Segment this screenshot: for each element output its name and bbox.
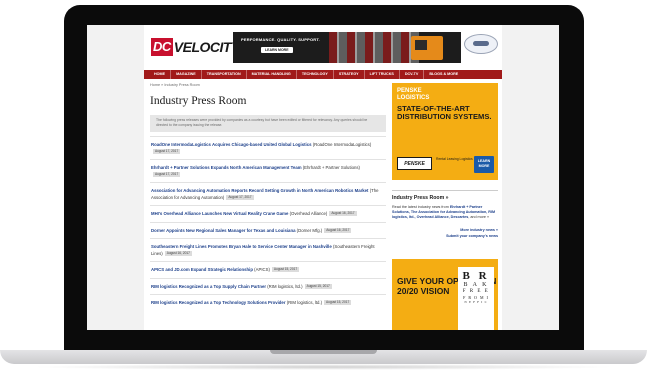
eye-chart-row: B A K xyxy=(463,282,489,288)
press-text-suffix[interactable]: , and more » xyxy=(468,215,489,219)
site-logo[interactable]: DC VELOCITY xyxy=(151,37,240,57)
news-item: Southeastern Freight Lines Promotes Brya… xyxy=(150,238,386,261)
news-date: August 15, 2017 xyxy=(304,283,332,289)
news-list: RoadOne IntermodaLogistics Acquires Chic… xyxy=(150,136,386,311)
news-date: August 17, 2017 xyxy=(153,171,181,177)
nav-technology[interactable]: TECHNOLOGY xyxy=(297,70,334,79)
eye-chart-row: B R xyxy=(462,270,490,282)
news-item: RoadOne IntermodaLogistics Acquires Chic… xyxy=(150,136,386,159)
nav-dcv-tv[interactable]: DCV-TV xyxy=(400,70,425,79)
sidebar-press-text: Read the latest industry news from Ehrha… xyxy=(392,205,498,219)
news-title-link[interactable]: Ehrhardt + Partner Solutions Expands Nor… xyxy=(151,165,302,170)
news-title-link[interactable]: RIM logistics Recognized as a Top Techno… xyxy=(151,300,286,305)
news-item: APICS and JD.com Expand Strategic Relati… xyxy=(150,261,386,278)
news-date: August 16, 2017 xyxy=(164,250,192,256)
news-item: Association for Advancing Automation Rep… xyxy=(150,182,386,205)
news-title-link[interactable]: APICS and JD.com Expand Strategic Relati… xyxy=(151,267,253,272)
more-industry-news-link[interactable]: More industry news » xyxy=(392,228,498,232)
news-date: August 15, 2017 xyxy=(324,300,352,305)
nissan-logo-icon[interactable] xyxy=(464,34,498,54)
news-item: RIM logistics Recognized as a Top Supply… xyxy=(150,277,386,295)
sidebar-press-heading[interactable]: Industry Press Room » xyxy=(392,190,498,201)
sidebar: PENSKE LOGISTICS STATE-OF-THE-ART DISTRI… xyxy=(392,83,498,330)
penske-logo-text: PENSKE xyxy=(404,160,425,167)
nav-transportation[interactable]: TRANSPORTATION xyxy=(202,70,247,79)
penske-brand-line1: PENSKE xyxy=(397,88,422,94)
news-source: (RoadOne IntermodaLogistics) xyxy=(312,142,372,147)
nav-strategy[interactable]: STRATEGY xyxy=(334,70,365,79)
main-nav: HOME MAGAZINE TRANSPORTATION MATERIAL HA… xyxy=(144,70,502,79)
laptop-notch xyxy=(270,350,377,354)
penske-brand: PENSKE LOGISTICS xyxy=(397,88,429,102)
news-title-link[interactable]: Southeastern Freight Lines Promotes Brya… xyxy=(151,244,332,249)
penske-learn-more-button[interactable]: LEARN MORE xyxy=(474,156,494,173)
news-item: RIM logistics Recognized as a Top Techno… xyxy=(150,294,386,311)
news-source: (APICS) xyxy=(254,267,270,272)
nav-magazine[interactable]: MAGAZINE xyxy=(171,70,202,79)
news-source: (RIM logistics, ltd.) xyxy=(267,283,303,289)
penske-headline: STATE-OF-THE-ART DISTRIBUTION SYSTEMS. xyxy=(397,104,492,121)
penske-logo: PENSKE xyxy=(397,157,432,170)
news-item: Dorner Appoints New Regional Sales Manag… xyxy=(150,221,386,239)
web-page: DC VELOCITY PERFORMANCE. QUALITY. SUPPOR… xyxy=(144,25,502,330)
nav-material-handling[interactable]: MATERIAL HANDLING xyxy=(247,70,297,79)
logo-dc: DC xyxy=(151,38,173,56)
news-item: Ehrhardt + Partner Solutions Expands Nor… xyxy=(150,159,386,182)
laptop-screen: DC VELOCITY PERFORMANCE. QUALITY. SUPPOR… xyxy=(87,25,559,330)
laptop-shadow xyxy=(30,364,617,370)
nav-home[interactable]: HOME xyxy=(149,70,172,79)
site-header: DC VELOCITY PERFORMANCE. QUALITY. SUPPOR… xyxy=(144,25,502,67)
header-ad-text: PERFORMANCE. QUALITY. SUPPORT. xyxy=(241,37,320,42)
forklift-icon xyxy=(411,36,443,60)
penske-sub: Rental Leasing Logistics xyxy=(436,157,473,161)
penske-ad[interactable]: PENSKE LOGISTICS STATE-OF-THE-ART DISTRI… xyxy=(392,83,498,180)
news-source: (Dorner Mfg.) xyxy=(296,227,323,233)
eye-chart-image: B R B A K F R E E F R O M I N E F F I C xyxy=(458,267,494,330)
main-content: Home » Industry Press Room Industry Pres… xyxy=(150,83,386,330)
breadcrumb[interactable]: Home » Industry Press Room xyxy=(150,83,386,87)
news-title-link[interactable]: Dorner Appoints New Regional Sales Manag… xyxy=(151,228,295,233)
header-ad-banner[interactable]: PERFORMANCE. QUALITY. SUPPORT. LEARN MOR… xyxy=(233,32,461,63)
news-date: August 16, 2017 xyxy=(324,227,352,233)
submit-news-link[interactable]: Submit your company's news xyxy=(392,234,498,238)
news-date: August 17, 2017 xyxy=(153,148,181,154)
nav-lift-trucks[interactable]: LIFT TRUCKS xyxy=(365,70,400,79)
news-date: August 15, 2017 xyxy=(271,267,300,272)
news-title-link[interactable]: RIM logistics Recognized as a Top Supply… xyxy=(151,284,266,289)
news-title-link[interactable]: RoadOne IntermodaLogistics Acquires Chic… xyxy=(151,142,312,147)
eye-chart-row: N E F F I C xyxy=(464,300,488,304)
news-item: MHI's Overhead Alliance Launches New Vir… xyxy=(150,205,386,222)
news-source: (Overhead Alliance) xyxy=(289,211,328,216)
vision-ad[interactable]: GIVE YOUR OPERATION 20/20 VISION B R B A… xyxy=(392,259,498,330)
news-date: August 17, 2017 xyxy=(226,194,254,200)
penske-brand-line2: LOGISTICS xyxy=(397,95,430,101)
logo-velocity: VELOCITY xyxy=(173,39,241,55)
news-source: (Ehrhardt + Partner Solutions) xyxy=(302,165,360,170)
news-title-link[interactable]: MHI's Overhead Alliance Launches New Vir… xyxy=(151,211,288,216)
page-title: Industry Press Room xyxy=(150,95,247,107)
header-ad-image xyxy=(329,32,419,63)
header-ad-learn-button[interactable]: LEARN MORE xyxy=(261,47,293,53)
news-date: August 16, 2017 xyxy=(329,211,357,216)
nav-blogs-more[interactable]: BLOGS & MORE xyxy=(424,70,463,79)
intro-box: The following press releases were provid… xyxy=(150,115,386,132)
press-text-prefix: Read the latest industry news from xyxy=(392,205,450,209)
news-source: (RIM logistics, ltd.) xyxy=(286,300,323,305)
news-title-link[interactable]: Association for Advancing Automation Rep… xyxy=(151,188,369,193)
